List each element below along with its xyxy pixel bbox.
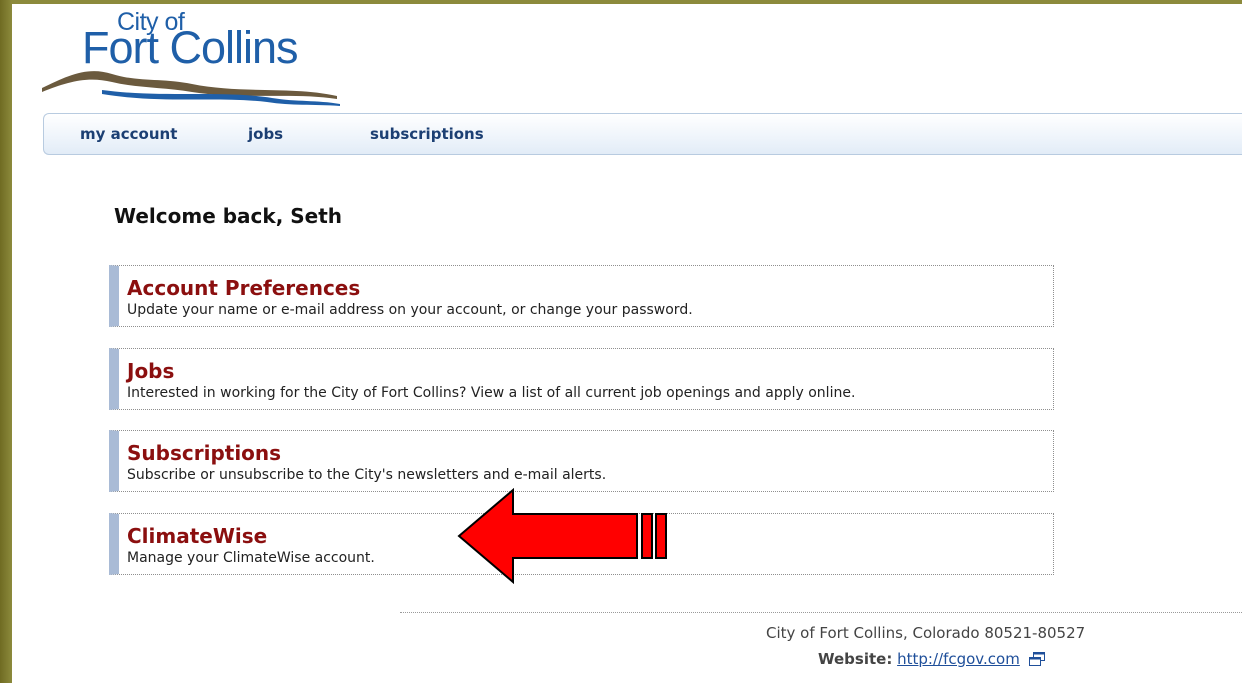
card-account-preferences: Account Preferences Update your name or … xyxy=(109,265,1054,327)
card-subscriptions: Subscriptions Subscribe or unsubscribe t… xyxy=(109,430,1054,492)
footer-website: Website: http://fcgov.com xyxy=(818,650,1045,668)
footer-website-link[interactable]: http://fcgov.com xyxy=(897,650,1020,668)
nav-jobs[interactable]: jobs xyxy=(248,125,283,143)
main-nav: my account jobs subscriptions xyxy=(43,113,1242,155)
card-title-jobs[interactable]: Jobs xyxy=(127,359,174,383)
card-title-subscriptions[interactable]: Subscriptions xyxy=(127,441,281,465)
window-frame xyxy=(0,0,12,683)
page: City of Fort Collins my account jobs sub… xyxy=(12,0,1242,683)
city-logo[interactable]: City of Fort Collins xyxy=(42,6,342,106)
welcome-heading: Welcome back, Seth xyxy=(114,204,343,228)
card-desc-jobs: Interested in working for the City of Fo… xyxy=(127,385,856,401)
footer-address: City of Fort Collins, Colorado 80521-805… xyxy=(766,624,1086,642)
logo-text-name: Fort Collins xyxy=(82,22,299,73)
card-desc-account-preferences: Update your name or e-mail address on yo… xyxy=(127,302,693,318)
external-window-icon[interactable] xyxy=(1028,652,1045,666)
footer-website-label: Website: xyxy=(818,650,893,668)
card-desc-climatewise: Manage your ClimateWise account. xyxy=(127,550,375,566)
card-title-account-preferences[interactable]: Account Preferences xyxy=(127,276,360,300)
card-desc-subscriptions: Subscribe or unsubscribe to the City's n… xyxy=(127,467,607,483)
footer-divider xyxy=(400,612,1242,613)
nav-subscriptions[interactable]: subscriptions xyxy=(370,125,484,143)
card-title-climatewise[interactable]: ClimateWise xyxy=(127,524,267,548)
red-arrow-annotation-icon xyxy=(457,488,667,584)
card-jobs: Jobs Interested in working for the City … xyxy=(109,348,1054,410)
top-strip xyxy=(12,0,1242,4)
nav-my-account[interactable]: my account xyxy=(80,125,177,143)
